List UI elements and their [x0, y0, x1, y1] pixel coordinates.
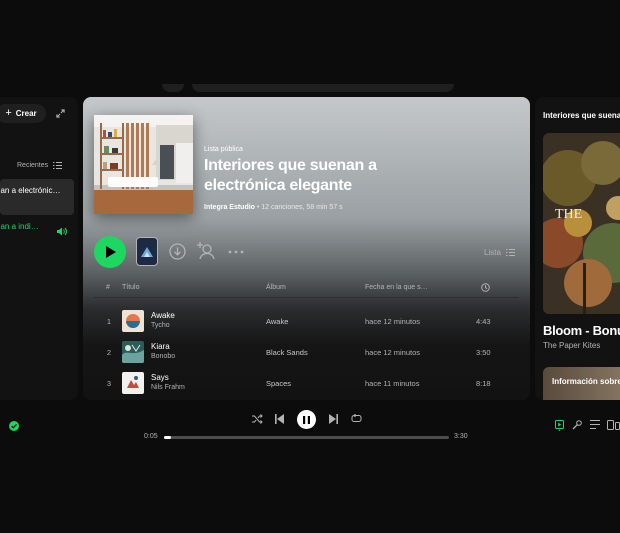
- track-date-added: hace 11 minutos: [365, 379, 420, 388]
- play-button[interactable]: [94, 236, 126, 268]
- artist-info-card[interactable]: Información sobre: [543, 367, 620, 400]
- track-number: 1: [106, 317, 112, 326]
- empty-background: [0, 448, 620, 533]
- column-date-added[interactable]: Fecha en la que s…: [365, 284, 428, 291]
- track-row[interactable]: 2 Kiara Bonobo Black Sands hace 12 minut…: [94, 337, 519, 367]
- queue-icon[interactable]: [590, 420, 600, 429]
- elapsed-time: 0:05: [144, 433, 158, 440]
- more-options-icon[interactable]: [228, 250, 244, 254]
- sidebar-item-title: nan a electrónic…: [0, 186, 61, 195]
- connect-device-icon[interactable]: [607, 420, 620, 430]
- now-playing-song-title[interactable]: Bloom - Bonus: [543, 323, 620, 338]
- playlist-stats: • 12 canciones, 58 min 57 s: [254, 204, 343, 211]
- play-icon: [105, 246, 116, 258]
- pause-icon: [303, 415, 310, 424]
- playlist-mini-cover[interactable]: [136, 237, 158, 266]
- plus-icon: +: [5, 107, 12, 119]
- track-title[interactable]: Kiara: [151, 342, 170, 351]
- repeat-icon[interactable]: [351, 414, 362, 424]
- now-playing-view-icon[interactable]: [555, 420, 564, 431]
- track-album[interactable]: Spaces: [266, 379, 291, 388]
- list-view-icon: [505, 249, 515, 256]
- recents-label: Recientes: [17, 162, 49, 169]
- now-playing-speaker-icon: [57, 227, 67, 236]
- clock-icon: [481, 283, 490, 292]
- total-time: 3:30: [454, 433, 468, 440]
- create-label: Crear: [15, 109, 37, 118]
- track-album[interactable]: Awake: [266, 317, 288, 326]
- track-number: 2: [106, 348, 112, 357]
- download-icon[interactable]: [169, 243, 186, 260]
- lyrics-mic-icon[interactable]: [572, 420, 582, 430]
- column-title[interactable]: Título: [122, 284, 140, 291]
- search-bar[interactable]: [192, 84, 454, 92]
- cover-text: THE: [555, 207, 582, 222]
- track-artwork: [122, 341, 144, 363]
- playback-progress-bar[interactable]: [164, 436, 449, 439]
- playlist-cover: [94, 115, 193, 214]
- create-button[interactable]: + Crear: [0, 104, 46, 123]
- track-artist[interactable]: Nils Frahm: [151, 384, 185, 391]
- column-album[interactable]: Álbum: [266, 284, 286, 291]
- now-playing-panel: Interiores que suenan THE Bloom - Bonus …: [535, 97, 620, 400]
- now-playing-artist[interactable]: The Paper Kites: [543, 341, 600, 350]
- track-duration: 3:50: [476, 348, 491, 357]
- artist-info-label: Información sobre: [552, 377, 620, 386]
- track-row[interactable]: 1 Awake Tycho Awake hace 12 minutos 4:43: [94, 306, 519, 336]
- home-button[interactable]: [162, 84, 184, 92]
- sidebar-playlist-item[interactable]: nan a electrónic… o: [0, 179, 74, 215]
- saved-check-icon[interactable]: [9, 421, 19, 431]
- playlist-owner-link[interactable]: Integra Estudio: [204, 204, 255, 211]
- sidebar-item-subtitle: o: [0, 198, 74, 205]
- track-number: 3: [106, 379, 112, 388]
- view-mode-label: Lista: [484, 248, 501, 257]
- track-artist[interactable]: Bonobo: [151, 353, 175, 360]
- track-title[interactable]: Awake: [151, 311, 175, 320]
- track-title[interactable]: Says: [151, 373, 169, 382]
- invite-collaborator-icon[interactable]: [197, 241, 217, 260]
- track-artwork: [122, 372, 144, 394]
- pause-button[interactable]: [297, 410, 316, 429]
- track-date-added: hace 12 minutos: [365, 348, 421, 357]
- track-date-added: hace 12 minutos: [365, 317, 421, 326]
- expand-icon[interactable]: [56, 109, 65, 118]
- now-playing-panel-title[interactable]: Interiores que suenan: [543, 111, 620, 120]
- shuffle-icon[interactable]: [252, 414, 263, 424]
- column-number: #: [106, 284, 110, 291]
- playlist-meta: Integra Estudio • 12 canciones, 58 min 5…: [204, 204, 343, 211]
- playlist-view: Lista pública Interiores que suenan a el…: [83, 97, 530, 400]
- track-row[interactable]: 3 Says Nils Frahm Spaces hace 11 minutos…: [94, 368, 519, 398]
- sort-recents[interactable]: Recientes: [17, 162, 63, 169]
- library-sidebar: + Crear Recientes nan a electrónic… o na…: [0, 97, 78, 400]
- track-table-header: # Título Álbum Fecha en la que s…: [94, 280, 519, 298]
- track-duration: 8:18: [476, 379, 491, 388]
- playback-progress-fill: [164, 436, 171, 439]
- top-bar: [0, 0, 620, 94]
- mountain-icon: [141, 246, 153, 257]
- track-artwork: [122, 310, 144, 332]
- playlist-title: Interiores que suenan a electrónica eleg…: [204, 157, 377, 194]
- track-artist[interactable]: Tycho: [151, 322, 170, 329]
- previous-icon[interactable]: [275, 414, 284, 424]
- now-playing-cover: THE: [543, 133, 620, 314]
- view-mode-toggle[interactable]: Lista: [484, 248, 515, 257]
- list-view-icon: [53, 162, 63, 169]
- track-duration: 4:43: [476, 317, 491, 326]
- track-album[interactable]: Black Sands: [266, 348, 308, 357]
- player-bar: 0:05 3:30: [0, 403, 620, 448]
- playlist-type-label: Lista pública: [204, 146, 243, 153]
- next-icon[interactable]: [329, 414, 338, 424]
